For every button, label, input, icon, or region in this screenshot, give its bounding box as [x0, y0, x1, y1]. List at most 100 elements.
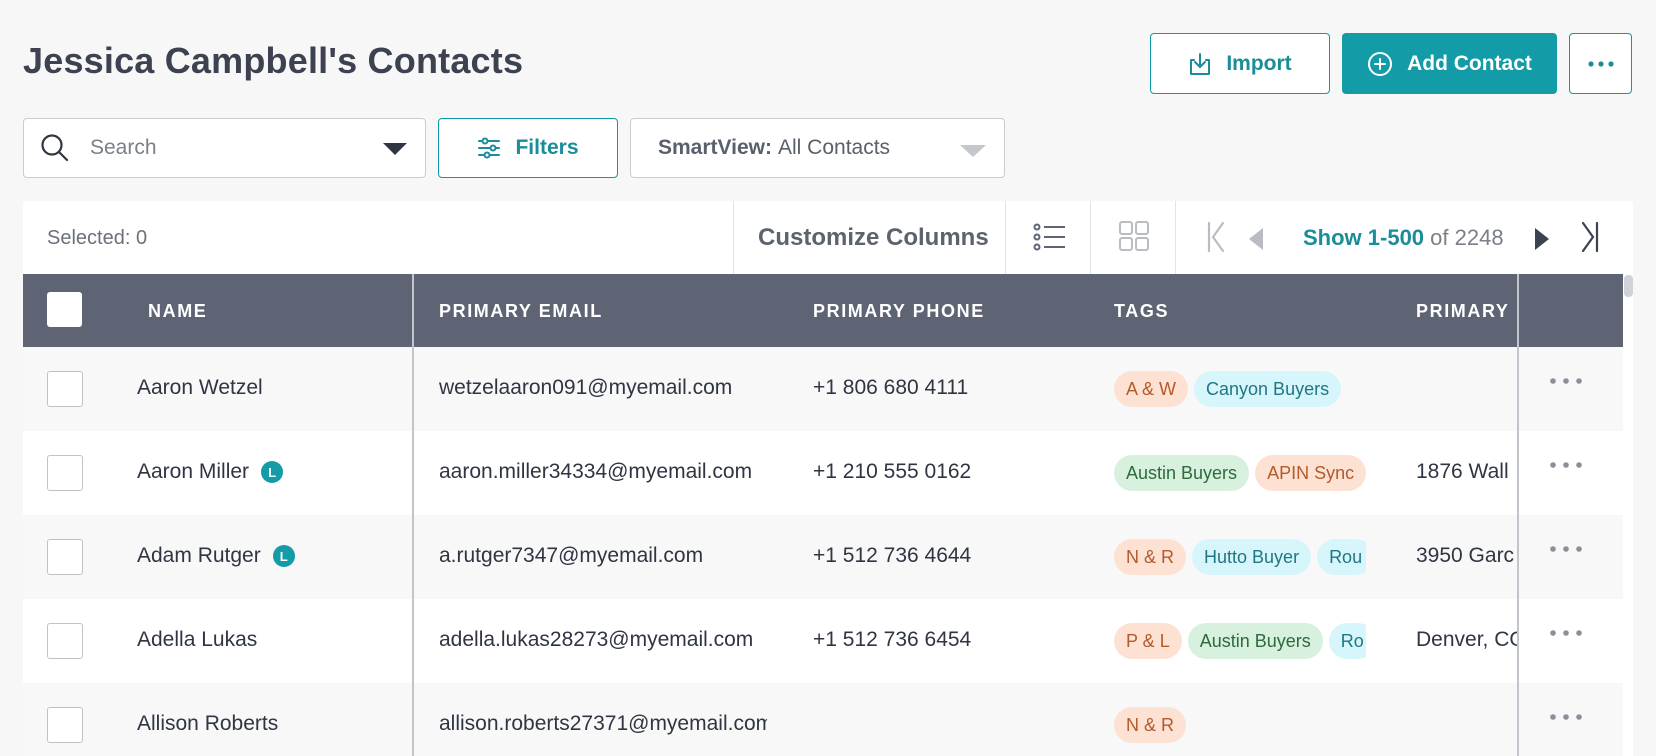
contact-name[interactable]: Adam Rutger [137, 544, 261, 568]
row-more-icon[interactable] [1550, 714, 1582, 720]
divider [733, 201, 734, 274]
range-label: Show 1-500 [1303, 225, 1425, 250]
contact-email[interactable]: adella.lukas28273@myemail.com [439, 628, 767, 652]
total-label: of 2248 [1430, 225, 1504, 250]
contacts-panel: Selected: 0 Customize Columns Show 1-500… [23, 201, 1633, 756]
import-button[interactable]: Import [1150, 33, 1330, 94]
tag[interactable]: Rou [1317, 539, 1366, 575]
contact-tags: A & W Canyon Buyers [1114, 371, 1366, 407]
more-options-button[interactable] [1569, 33, 1632, 94]
contact-email[interactable]: aaron.miller34334@myemail.com [439, 460, 767, 484]
contact-name-cell[interactable]: Aaron Wetzel [137, 376, 263, 400]
column-phone[interactable]: PRIMARY PHONE [813, 301, 985, 322]
tag[interactable]: Hutto Buyer [1192, 539, 1312, 575]
table-row[interactable]: Adella Lukas adella.lukas28273@myemail.co… [23, 599, 1623, 683]
customize-columns-button[interactable]: Customize Columns [758, 224, 989, 252]
row-more-icon[interactable] [1550, 546, 1582, 552]
prev-page-icon[interactable] [1249, 228, 1263, 250]
frozen-column-divider [1517, 274, 1519, 756]
import-label: Import [1226, 51, 1292, 75]
search-dropdown-icon[interactable] [383, 143, 407, 155]
selected-count: Selected: 0 [47, 227, 148, 249]
select-all-checkbox[interactable] [47, 292, 82, 327]
frozen-column-divider [412, 274, 414, 756]
contact-email[interactable]: wetzelaaron091@myemail.com [439, 376, 767, 400]
table-row[interactable]: Aaron Wetzel wetzelaaron091@myemail.com +1… [23, 347, 1623, 431]
contact-tags: N & R [1114, 707, 1366, 743]
scrollbar-thumb[interactable] [1624, 275, 1633, 297]
column-address[interactable]: PRIMARY [1416, 301, 1510, 322]
first-page-icon[interactable] [1206, 221, 1226, 253]
contact-phone[interactable]: +1 210 555 0162 [813, 460, 971, 484]
contact-name[interactable]: Allison Roberts [137, 712, 278, 736]
sliders-icon [477, 137, 501, 159]
row-more-icon[interactable] [1550, 378, 1582, 384]
contact-name-cell[interactable]: Aaron Miller L [137, 460, 284, 484]
contact-phone[interactable]: +1 512 736 6454 [813, 628, 971, 652]
contact-tags: P & L Austin Buyers Ro [1114, 623, 1366, 659]
filters-label: Filters [515, 136, 579, 159]
add-contact-button[interactable]: Add Contact [1342, 33, 1557, 94]
tag[interactable]: Austin Buyers [1187, 623, 1323, 659]
contact-phone[interactable]: +1 512 736 4644 [813, 544, 971, 568]
column-tags[interactable]: TAGS [1114, 301, 1169, 322]
chevron-down-icon [960, 145, 986, 157]
tag[interactable]: P & L [1114, 623, 1182, 659]
contact-name[interactable]: Aaron Miller [137, 460, 249, 484]
contact-address: 3950 Garc [1416, 544, 1515, 567]
grid-view-icon[interactable] [1118, 220, 1150, 252]
plus-circle-icon [1367, 51, 1393, 77]
divider [1090, 201, 1091, 274]
lead-badge: L [261, 461, 284, 483]
contact-name-cell[interactable]: Adella Lukas [137, 628, 257, 652]
smartview-label: SmartView: [658, 136, 772, 159]
row-checkbox[interactable] [47, 371, 83, 407]
add-contact-label: Add Contact [1407, 51, 1532, 75]
import-icon [1188, 51, 1212, 77]
contact-name-cell[interactable]: Adam Rutger L [137, 544, 295, 568]
tag[interactable]: N & R [1114, 707, 1187, 743]
column-email[interactable]: PRIMARY EMAIL [439, 301, 603, 322]
tag[interactable]: A & W [1114, 371, 1189, 407]
contact-name[interactable]: Adella Lukas [137, 628, 257, 652]
contact-email[interactable]: allison.roberts27371@myemail.com [439, 712, 767, 736]
tag[interactable]: Austin Buyers [1114, 455, 1250, 491]
contact-name[interactable]: Aaron Wetzel [137, 376, 263, 400]
row-more-icon[interactable] [1550, 462, 1582, 468]
row-more-icon[interactable] [1550, 630, 1582, 636]
table-row[interactable]: Adam Rutger La.rutger7347@myemail.com +1 5… [23, 515, 1623, 599]
column-name[interactable]: NAME [148, 301, 207, 322]
more-horizontal-icon [1587, 60, 1614, 67]
divider [1005, 201, 1006, 274]
row-checkbox[interactable] [47, 539, 83, 575]
page-title: Jessica Campbell's Contacts [23, 40, 524, 81]
search-box[interactable] [23, 118, 426, 178]
next-page-icon[interactable] [1535, 228, 1549, 250]
filters-button[interactable]: Filters [438, 118, 618, 178]
contact-name-cell[interactable]: Allison Roberts [137, 712, 278, 736]
contact-tags: N & R Hutto Buyer Rou [1114, 539, 1366, 575]
contact-phone[interactable]: +1 806 680 4111 [813, 376, 968, 400]
search-input[interactable] [90, 136, 370, 160]
tag[interactable]: N & R [1114, 539, 1187, 575]
pagination-range: Show 1-500 of 2248 [1303, 225, 1504, 251]
table-header: NAME PRIMARY EMAIL PRIMARY PHONE TAGS PR… [23, 274, 1623, 347]
divider [1175, 201, 1176, 274]
row-checkbox[interactable] [47, 623, 83, 659]
search-icon [40, 133, 70, 163]
list-view-icon[interactable] [1033, 220, 1067, 254]
contact-address: 1876 Wall [1416, 460, 1509, 483]
row-checkbox[interactable] [47, 455, 83, 491]
table-row[interactable]: Allison Roberts allison.roberts27371@myem… [23, 683, 1623, 756]
smartview-value: All Contacts [778, 136, 891, 159]
row-checkbox[interactable] [47, 707, 83, 743]
contact-address: Denver, CO [1416, 628, 1518, 651]
last-page-icon[interactable] [1580, 221, 1600, 253]
table-row[interactable]: Aaron Miller Laaron.miller34334@myemail.c… [23, 431, 1623, 515]
contact-email[interactable]: a.rutger7347@myemail.com [439, 544, 767, 568]
smartview-select[interactable]: SmartView: All Contacts [630, 118, 1005, 178]
tag[interactable]: Ro [1328, 623, 1366, 659]
tag[interactable]: Canyon Buyers [1194, 371, 1342, 407]
lead-badge: L [272, 545, 295, 567]
tag[interactable]: APIN Sync [1255, 455, 1366, 491]
